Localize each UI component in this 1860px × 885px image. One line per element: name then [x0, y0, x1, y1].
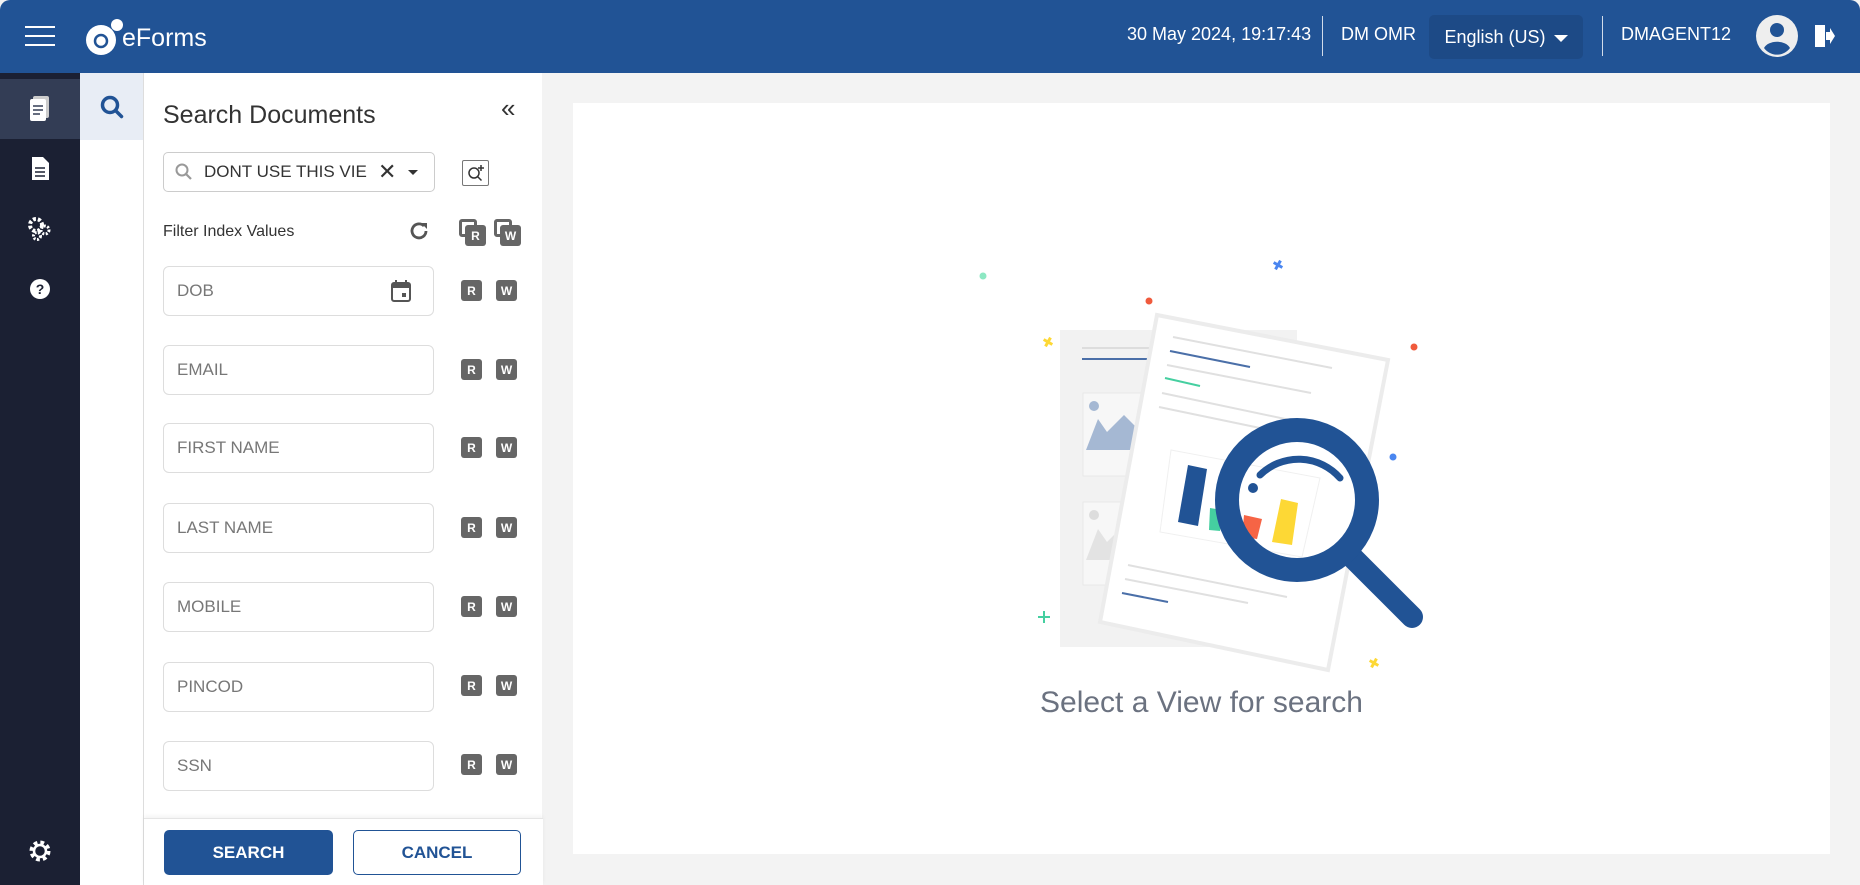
search-tab[interactable] — [80, 73, 143, 140]
dob-field[interactable]: DOB — [163, 266, 434, 316]
settings-cogs-icon — [28, 217, 51, 241]
empty-search-illustration — [979, 259, 1423, 673]
write-toggle[interactable]: W — [496, 517, 517, 538]
read-toggle[interactable]: R — [461, 437, 482, 458]
divider — [1602, 16, 1603, 56]
view-select-value: DONT USE THIS VIE — [204, 162, 367, 181]
write-toggle[interactable]: W — [496, 596, 517, 617]
write-toggle[interactable]: W — [496, 675, 517, 696]
field-placeholder: LAST NAME — [177, 518, 274, 537]
calendar-icon[interactable] — [391, 280, 411, 302]
top-header: eForms 30 May 2024, 19:17:43 DM OMR Engl… — [0, 0, 1860, 73]
read-toggle[interactable]: R — [461, 359, 482, 380]
ssn-field[interactable]: SSN — [163, 741, 434, 791]
rail-item-gear[interactable] — [0, 821, 80, 881]
collapse-panel-icon[interactable]: « — [501, 93, 515, 124]
datetime: 30 May 2024, 19:17:43 — [1127, 24, 1312, 44]
user-avatar-icon[interactable] — [1756, 15, 1798, 57]
logout-icon[interactable] — [1813, 24, 1835, 48]
eforms-logo: eForms — [84, 18, 207, 58]
cancel-button[interactable]: CANCEL — [353, 830, 521, 875]
write-toggle[interactable]: W — [496, 754, 517, 775]
caret-down-icon — [1553, 35, 1568, 42]
help-icon: ? — [30, 279, 50, 299]
svg-text:?: ? — [36, 281, 45, 297]
email-field[interactable]: EMAIL — [163, 345, 434, 395]
field-placeholder: SSN — [177, 756, 212, 775]
write-all-button[interactable]: W — [494, 219, 521, 246]
logo-icon — [86, 19, 123, 55]
read-toggle[interactable]: R — [461, 754, 482, 775]
search-icon — [100, 95, 123, 118]
divider — [1322, 16, 1323, 56]
rail-item-settings[interactable] — [0, 199, 80, 259]
username: DMAGENT12 — [1621, 24, 1732, 44]
read-toggle[interactable]: R — [461, 596, 482, 617]
search-button[interactable]: SEARCH — [164, 830, 333, 875]
language-value: English (US) — [1444, 26, 1546, 47]
search-plus-icon — [467, 165, 484, 182]
r-badge: R — [465, 225, 486, 246]
empty-state-message: Select a View for search — [1040, 686, 1363, 719]
gear-icon — [29, 840, 51, 862]
mobile-field[interactable]: MOBILE — [163, 582, 434, 632]
write-toggle[interactable]: W — [496, 280, 517, 301]
field-placeholder: DOB — [177, 281, 214, 300]
org-name: DM OMR — [1341, 24, 1416, 44]
view-select[interactable]: DONT USE THIS VIE ✕ — [163, 152, 435, 192]
first-name-field[interactable]: FIRST NAME — [163, 423, 434, 473]
clear-icon[interactable]: ✕ — [378, 159, 396, 185]
documents-icon — [30, 96, 49, 121]
search-icon — [175, 163, 192, 180]
read-toggle[interactable]: R — [461, 517, 482, 538]
rail-item-documents[interactable] — [0, 79, 80, 139]
field-placeholder: MOBILE — [177, 597, 242, 616]
add-search-button[interactable] — [462, 160, 489, 186]
hamburger-menu-icon[interactable] — [25, 26, 55, 46]
read-toggle[interactable]: R — [461, 280, 482, 301]
read-all-button[interactable]: R — [459, 219, 486, 246]
refresh-icon[interactable] — [407, 219, 431, 243]
field-placeholder: PINCOD — [177, 677, 244, 696]
last-name-field[interactable]: LAST NAME — [163, 503, 434, 553]
filter-label: Filter Index Values — [163, 223, 295, 240]
caret-down-icon[interactable] — [408, 169, 419, 175]
secondary-rail — [80, 73, 143, 885]
w-badge: W — [500, 225, 521, 246]
field-placeholder: FIRST NAME — [177, 438, 280, 457]
write-toggle[interactable]: W — [496, 359, 517, 380]
left-rail: ? — [0, 73, 80, 885]
form-list-icon — [32, 157, 49, 180]
rail-item-forms[interactable] — [0, 139, 80, 199]
language-dropdown[interactable]: English (US) — [1429, 15, 1583, 59]
rail-item-help[interactable]: ? — [0, 259, 80, 319]
read-toggle[interactable]: R — [461, 675, 482, 696]
app-name: eForms — [122, 23, 207, 52]
pincod-field[interactable]: PINCOD — [163, 662, 434, 712]
panel-title: Search Documents — [163, 101, 376, 129]
search-documents-panel: Search Documents « DONT USE THIS VIE ✕ F… — [143, 73, 543, 885]
write-toggle[interactable]: W — [496, 437, 517, 458]
field-placeholder: EMAIL — [177, 360, 229, 379]
